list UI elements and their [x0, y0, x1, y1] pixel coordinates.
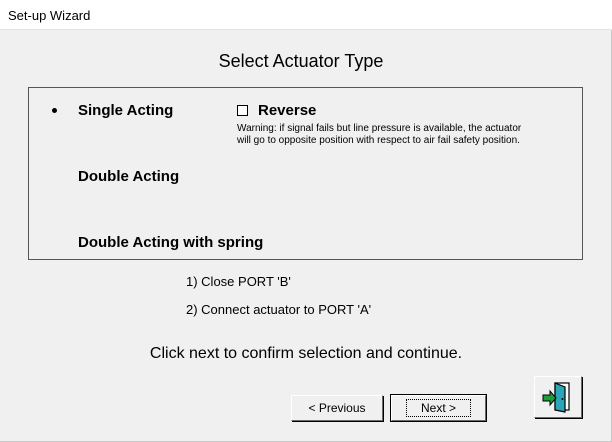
warning-line-2: will go to opposite position with respec…	[237, 135, 520, 146]
previous-button-label: < Previous	[308, 401, 366, 415]
radio-button[interactable]	[49, 236, 61, 249]
radio-button[interactable]	[49, 170, 61, 183]
radio-button-selected[interactable]	[49, 104, 61, 117]
actuator-type-group: Single Acting Reverse Warning: if signal…	[28, 87, 583, 260]
instruction-step-2: 2) Connect actuator to PORT 'A'	[186, 302, 372, 317]
instruction-step-1: 1) Close PORT 'B'	[186, 274, 291, 289]
reverse-checkbox[interactable]	[237, 105, 248, 116]
title-bar: Set-up Wizard	[0, 0, 612, 30]
window-title: Set-up Wizard	[8, 8, 91, 23]
radio-label-double-acting: Double Acting	[78, 168, 180, 185]
reverse-checkbox-row[interactable]: Reverse	[237, 102, 316, 119]
next-button[interactable]: Next >	[390, 394, 487, 422]
radio-label-single-acting: Single Acting	[78, 102, 174, 119]
page-heading: Select Actuator Type	[218, 51, 384, 71]
exit-button[interactable]	[534, 376, 582, 418]
radio-single-acting[interactable]: Single Acting	[49, 102, 173, 119]
setup-wizard-window: Set-up Wizard Select Actuator Type Singl…	[0, 0, 612, 442]
radio-double-acting-spring[interactable]: Double Acting with spring	[49, 234, 263, 251]
reverse-warning: Warning: if signal fails but line pressu…	[237, 123, 577, 147]
exit-door-icon	[542, 382, 570, 413]
radio-label-double-acting-spring: Double Acting with spring	[78, 234, 264, 251]
confirm-message: Click next to confirm selection and cont…	[149, 345, 463, 362]
warning-line-1: Warning: if signal fails but line pressu…	[237, 123, 522, 134]
previous-button[interactable]: < Previous	[291, 395, 383, 421]
next-button-label: Next >	[405, 399, 471, 417]
radio-double-acting[interactable]: Double Acting	[49, 168, 179, 185]
reverse-label: Reverse	[258, 102, 317, 119]
